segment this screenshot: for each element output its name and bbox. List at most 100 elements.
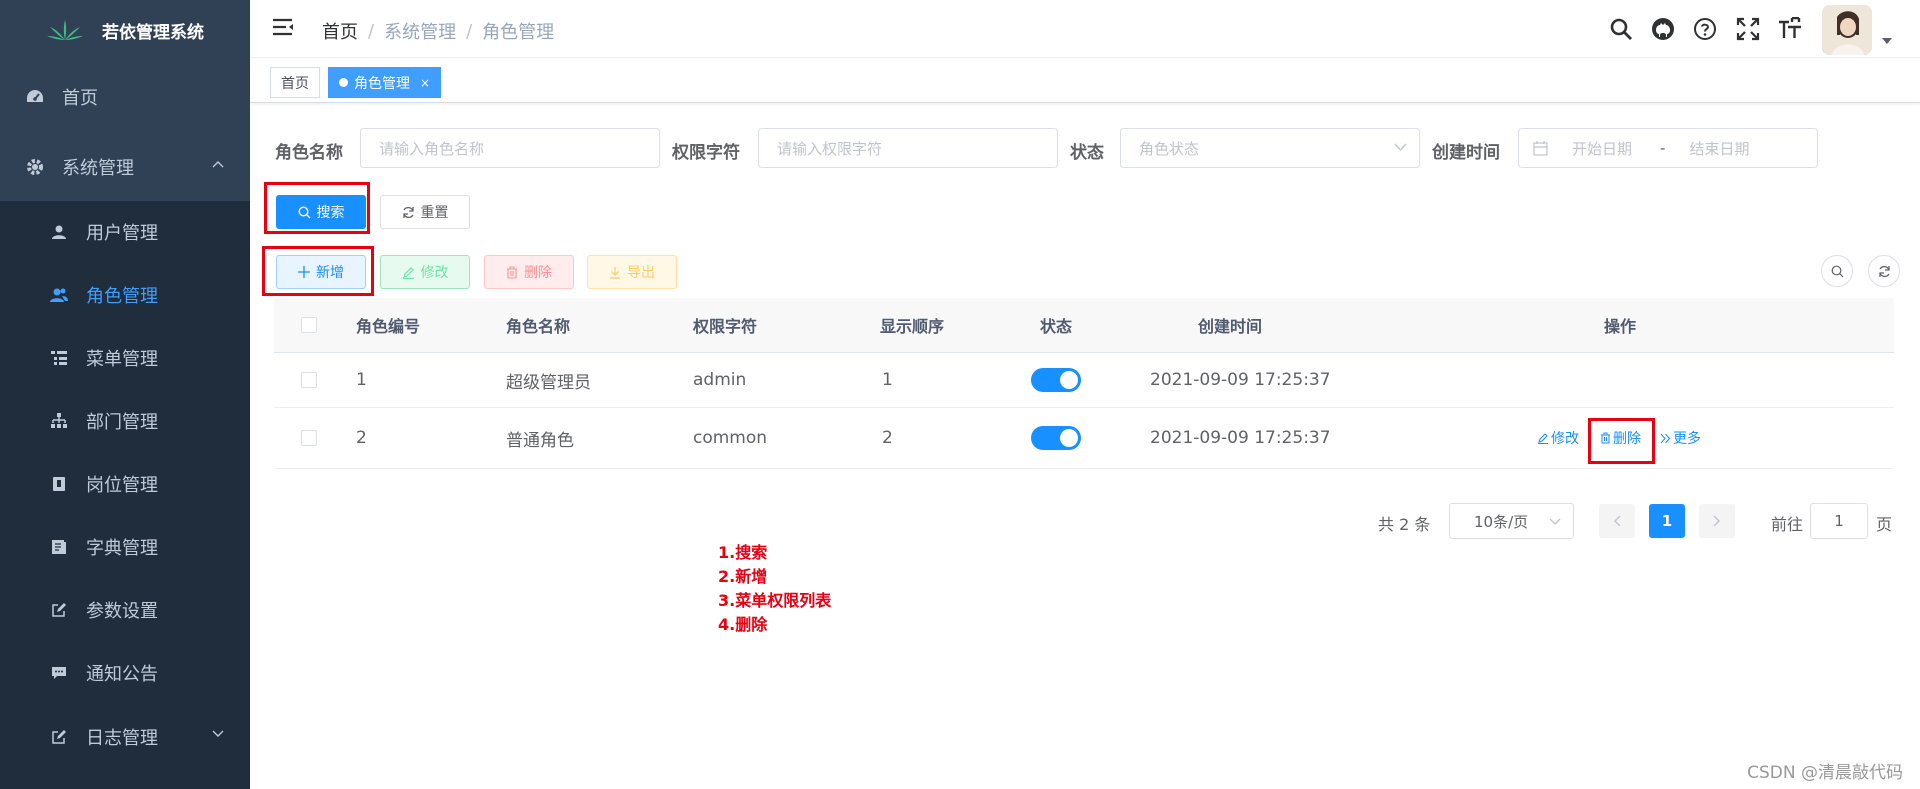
avatar[interactable] [1822,5,1872,55]
refresh-icon [402,206,415,219]
avatar-image [1822,5,1872,55]
annotation-notes: 1.搜索 2.新增 3.菜单权限列表 4.删除 [718,541,831,637]
sidebar-scrollbar[interactable] [244,741,250,789]
sidebar-item-log[interactable]: 日志管理 [0,706,250,768]
search-icon [1831,265,1843,277]
tag-home[interactable]: 首页 [270,67,320,98]
page-number-button[interactable]: 1 [1649,504,1685,538]
edit-icon [50,601,68,619]
close-icon[interactable]: × [420,76,430,90]
font-size-icon[interactable] [1777,16,1803,42]
chevron-down-icon [1549,518,1561,525]
header-sort: 显示顺序 [880,317,945,336]
role-key-label: 权限字符 [672,143,740,163]
cell-role-key: admin [693,370,747,390]
tag-label: 首页 [281,75,309,92]
tag-label: 角色管理 [354,75,410,92]
pagination-total: 共 2 条 [1378,515,1431,534]
cell-sort: 1 [882,370,893,390]
chevron-down-icon [212,730,224,737]
sidebar-item-role[interactable]: 角色管理 [0,264,250,326]
breadcrumb-system: 系统管理 [384,22,457,43]
breadcrumb-separator: / [466,20,473,42]
row-checkbox[interactable] [301,408,317,468]
sidebar-item-dict[interactable]: 字典管理 [0,516,250,578]
table-row: 1 超级管理员 admin 1 2021-09-09 17:25:37 [274,353,1894,408]
date-range-picker[interactable]: 开始日期 - 结束日期 [1518,128,1818,168]
search-icon[interactable] [1608,16,1634,42]
header-status: 状态 [1040,317,1073,336]
refresh-icon [1878,265,1890,277]
watermark: CSDN @清晨敲代码 [1747,763,1903,783]
logo-icon [47,20,83,40]
end-date-placeholder[interactable]: 结束日期 [1689,138,1749,159]
logo[interactable]: 若依管理系统 [0,0,250,60]
sidebar-item-dept[interactable]: 部门管理 [0,390,250,452]
op-more-link[interactable]: 更多 [1660,408,1701,468]
goto-page-input[interactable]: 1 [1810,503,1868,539]
goto-label: 前往 [1771,515,1804,534]
header-created: 创建时间 [1198,317,1263,336]
edit-button-label: 修改 [420,265,449,281]
dict-icon [50,538,68,556]
note-4: 4.删除 [718,615,768,634]
op-edit-link[interactable]: 修改 [1537,408,1579,468]
next-page-button[interactable] [1699,504,1735,538]
cell-created: 2021-09-09 17:25:37 [1150,370,1331,390]
row-checkbox[interactable] [301,353,317,407]
note-3: 3.菜单权限列表 [718,591,832,610]
edit-button[interactable]: 修改 [380,255,470,289]
question-icon[interactable] [1692,16,1718,42]
highlight-add [262,246,374,296]
delete-button[interactable]: 删除 [484,255,574,289]
toggle-search-button[interactable] [1821,255,1853,287]
sidebar-item-config[interactable]: 参数设置 [0,579,250,641]
role-name-input[interactable]: 请输入角色名称 [360,128,660,168]
status-switch[interactable] [1031,353,1081,407]
reset-button[interactable]: 重置 [380,195,470,229]
download-icon [609,266,621,279]
fullscreen-icon[interactable] [1735,16,1761,42]
sidebar-item-post[interactable]: 岗位管理 [0,453,250,515]
user-icon [50,223,68,241]
refresh-button[interactable] [1868,255,1900,287]
header-operations: 操作 [1604,317,1637,336]
github-icon[interactable] [1650,16,1676,42]
sidebar-item-label: 系统管理 [62,158,134,179]
sidebar-item-home[interactable]: 首页 [0,66,250,128]
note-2: 2.新增 [718,567,768,586]
role-key-input[interactable]: 请输入权限字符 [758,128,1058,168]
app-title: 若依管理系统 [102,22,204,43]
table-header: 角色编号 角色名称 权限字符 显示顺序 状态 创建时间 操作 [274,298,1894,353]
page-size-value: 10条/页 [1474,512,1529,531]
select-all-checkbox[interactable] [301,298,317,352]
status-select[interactable]: 角色状态 [1120,128,1420,168]
status-label: 状态 [1070,143,1104,163]
caret-down-icon[interactable] [1882,38,1892,44]
start-date-placeholder[interactable]: 开始日期 [1572,138,1632,159]
sidebar-item-menu[interactable]: 菜单管理 [0,327,250,389]
sidebar-item-label: 通知公告 [86,664,158,685]
system-icon [26,158,44,176]
sidebar-item-system[interactable]: 系统管理 [0,136,250,198]
created-time-label: 创建时间 [1432,143,1500,163]
export-button[interactable]: 导出 [587,255,677,289]
hamburger-icon[interactable] [272,17,294,37]
sidebar-item-notice[interactable]: 通知公告 [0,642,250,704]
message-icon [50,664,68,682]
cell-role-id: 2 [356,428,367,448]
active-dot-icon [339,78,348,87]
role-name-placeholder: 请输入角色名称 [379,139,485,158]
breadcrumb-home[interactable]: 首页 [322,18,358,44]
chevron-up-icon [212,161,224,168]
sidebar-item-user[interactable]: 用户管理 [0,201,250,263]
tag-role-management[interactable]: 角色管理 × [328,67,442,98]
page-size-select[interactable]: 10条/页 [1449,503,1574,539]
cell-created: 2021-09-09 17:25:37 [1150,428,1331,448]
chevron-down-icon [1394,143,1407,152]
prev-page-button[interactable] [1599,504,1635,538]
delete-icon [506,265,518,279]
breadcrumb-current: 角色管理 [482,22,555,43]
sidebar-item-label: 首页 [62,88,98,109]
status-switch[interactable] [1031,408,1081,468]
